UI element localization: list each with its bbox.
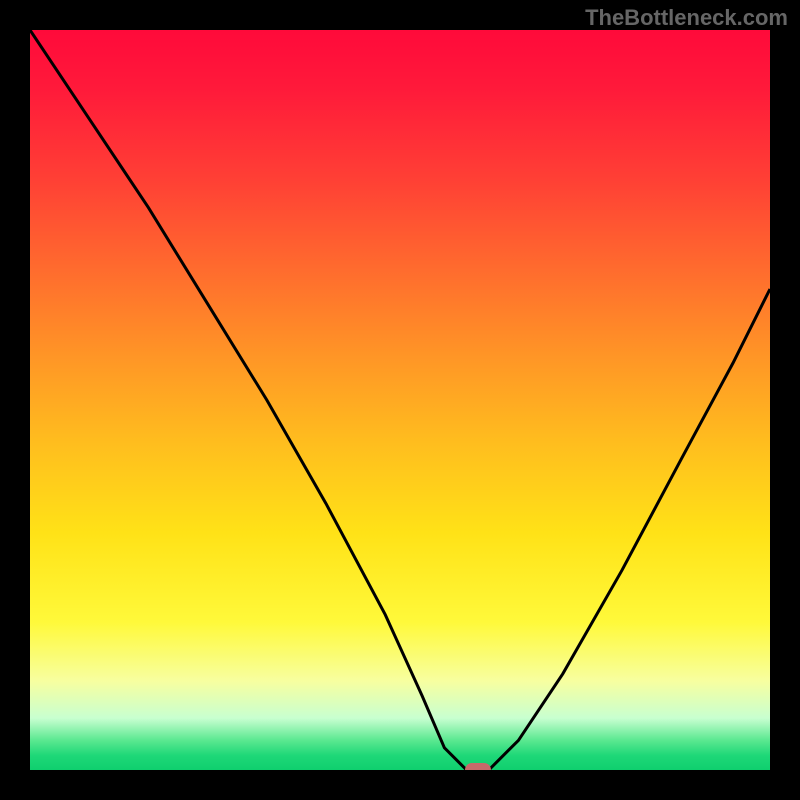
- curve-path: [30, 30, 770, 770]
- bottleneck-curve: [30, 30, 770, 770]
- chart-container: TheBottleneck.com: [0, 0, 800, 800]
- optimal-marker: [465, 763, 491, 770]
- watermark-text: TheBottleneck.com: [585, 5, 788, 31]
- plot-area: [30, 30, 770, 770]
